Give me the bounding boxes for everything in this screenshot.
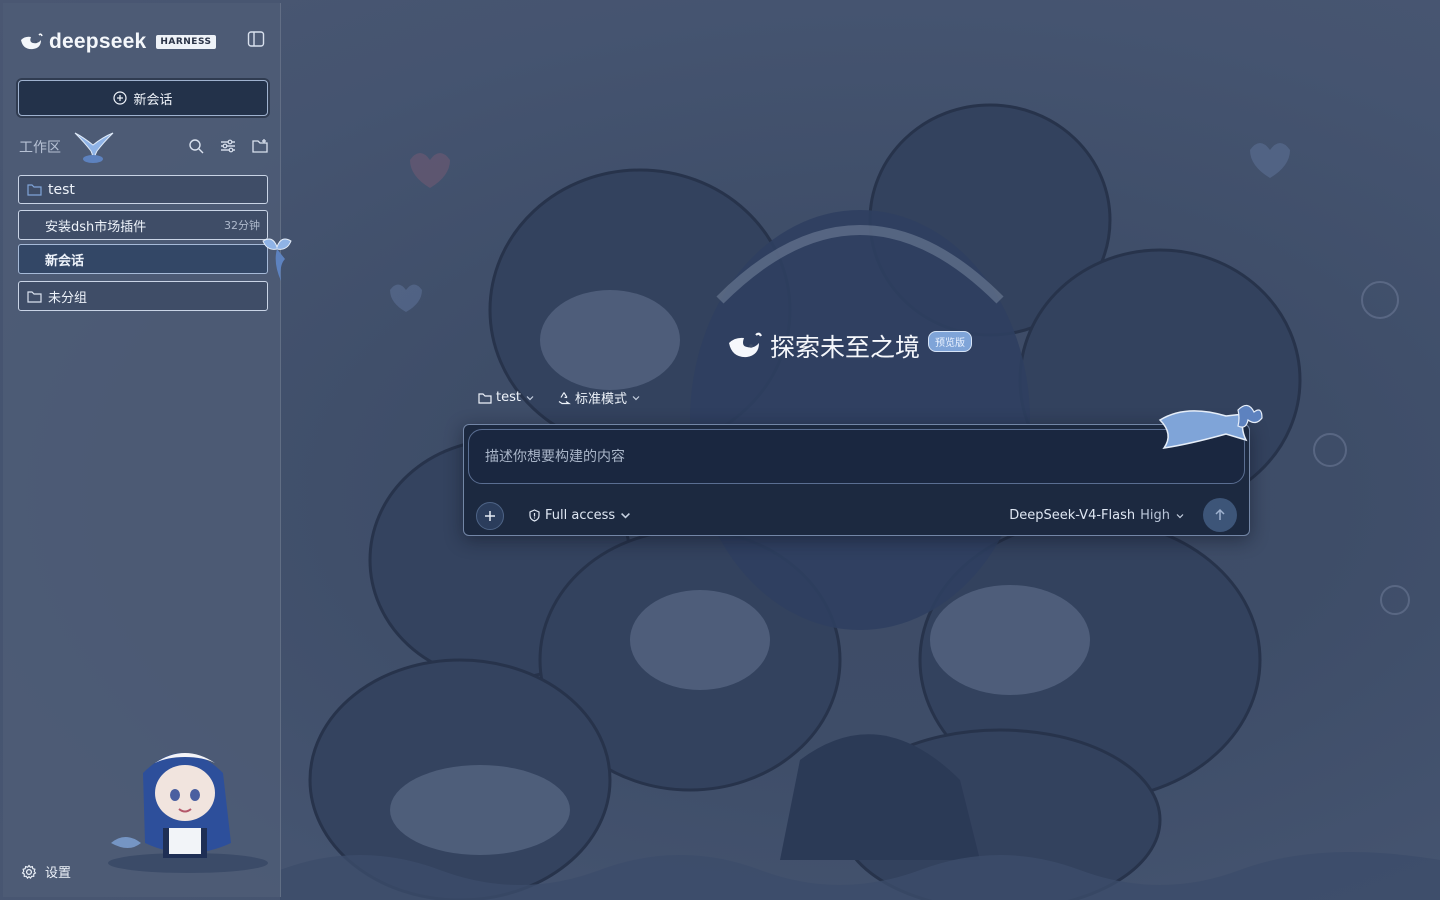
- add-attachment-button[interactable]: [476, 502, 504, 530]
- chat-time: 32分钟: [224, 219, 260, 232]
- whale-logo-icon: [21, 33, 43, 50]
- chat-title: 安装dsh市场插件: [45, 219, 147, 235]
- plus-circle-icon: [113, 91, 128, 105]
- chevron-down-icon: [621, 512, 631, 519]
- model-level: High: [1140, 508, 1170, 523]
- chevron-down-icon: [632, 395, 640, 400]
- maid-girl-mascot-icon: [108, 753, 268, 873]
- send-button[interactable]: [1203, 498, 1237, 532]
- access-level-dropdown[interactable]: Full access: [528, 508, 632, 523]
- model-name: DeepSeek-V4-Flash: [1009, 508, 1136, 523]
- arrow-up-icon: [1215, 508, 1225, 520]
- chat-title: 新会话: [45, 253, 85, 269]
- plus-icon: [485, 511, 495, 521]
- ribbon-bow-decoration-icon: [1158, 404, 1263, 450]
- sidebar-chat-new[interactable]: 新会话: [18, 244, 268, 274]
- shield-icon: [529, 509, 540, 522]
- sidebar-toggle-icon[interactable]: [247, 30, 265, 48]
- chevron-down-icon: [526, 395, 534, 400]
- hero-title: 探索未至之境: [770, 333, 921, 362]
- whale-tail-mascot-icon: [74, 132, 114, 163]
- gear-icon: [21, 864, 37, 879]
- sidebar-folder-ungrouped[interactable]: 未分组: [18, 281, 268, 311]
- brand-logo: deepseek HARNESS: [19, 29, 216, 55]
- search-icon[interactable]: [187, 137, 205, 155]
- composer: Full access DeepSeek-V4-Flash High: [463, 424, 1250, 536]
- new-folder-icon[interactable]: [251, 137, 269, 155]
- preview-badge: 预览版: [928, 330, 973, 352]
- folder-icon: [478, 392, 492, 404]
- recycle-mode-icon: [558, 391, 571, 404]
- sidebar-folder-test[interactable]: test: [18, 175, 268, 204]
- mode-selector[interactable]: 标准模式: [557, 388, 641, 407]
- folder-icon: [27, 184, 42, 196]
- context-selectors: test 标准模式: [478, 388, 641, 407]
- folder-label: test: [48, 181, 75, 198]
- workspace-header: 工作区: [19, 129, 269, 165]
- access-level-label: Full access: [545, 508, 616, 523]
- settings-button[interactable]: 设置: [21, 862, 71, 881]
- sidebar: deepseek HARNESS 新会话 工作区 test 安装dsh市场插件 …: [3, 3, 292, 897]
- folder-label: 未分组: [48, 290, 88, 306]
- project-selector-label: test: [496, 390, 521, 405]
- brand-name: deepseek: [49, 30, 147, 53]
- chevron-down-icon: [1176, 513, 1184, 518]
- sidebar-chat-plugin[interactable]: 安装dsh市场插件 32分钟: [18, 210, 268, 240]
- model-selector[interactable]: DeepSeek-V4-Flash High: [1009, 508, 1185, 523]
- folder-icon: [27, 290, 42, 303]
- brand-tag: HARNESS: [156, 35, 216, 49]
- project-selector[interactable]: test: [478, 388, 535, 407]
- whale-logo-icon: [729, 332, 762, 358]
- bow-decoration-icon: [262, 238, 292, 281]
- mode-selector-label: 标准模式: [574, 392, 627, 407]
- workspace-label: 工作区: [19, 140, 61, 156]
- prompt-input[interactable]: [468, 429, 1245, 484]
- new-chat-button[interactable]: 新会话: [18, 80, 268, 116]
- hero-heading: 探索未至之境 预览版: [726, 328, 973, 364]
- filter-sliders-icon[interactable]: [219, 137, 237, 155]
- settings-label: 设置: [45, 866, 72, 881]
- new-chat-label: 新会话: [133, 92, 173, 108]
